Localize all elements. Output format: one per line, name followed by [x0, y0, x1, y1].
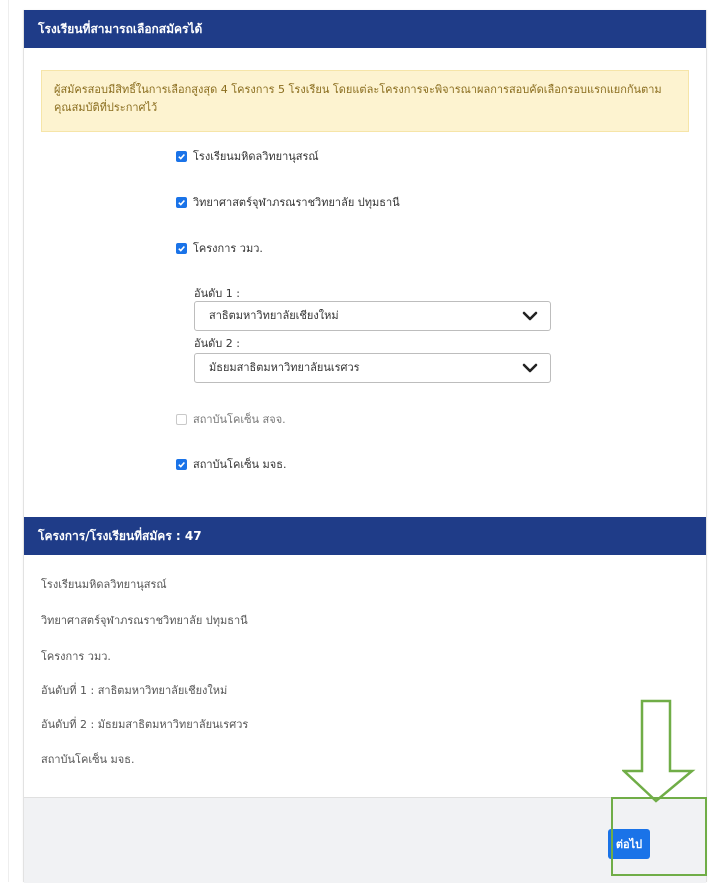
checkbox-checked-icon[interactable]: [176, 196, 187, 208]
option-label: โครงการ วมว.: [193, 242, 263, 255]
arrow-down-icon: [622, 699, 696, 803]
chevron-down-icon: [522, 363, 538, 373]
notice-alert: ผู้สมัครสอบมีสิทธิ์ในการเลือกสูงสุด 4 โค…: [41, 70, 689, 132]
option-mahidol[interactable]: โรงเรียนมหิดลวิทยานุสรณ์: [176, 147, 319, 165]
option-label: สถาบันโคเซ็น สจจ.: [193, 413, 286, 426]
rank2-label: อันดับ 2 :: [194, 337, 240, 350]
rank1-value: สาธิตมหาวิทยาลัยเชียงใหม่: [209, 309, 339, 322]
summary-header: โครงการ/โรงเรียนที่สมัคร : 47: [24, 517, 706, 555]
rank2-select[interactable]: มัธยมสาธิตมหาวิทยาลัยนเรศวร: [194, 353, 551, 383]
summary-line: อันดับที่ 1 : สาธิตมหาวิทยาลัยเชียงใหม่: [41, 684, 228, 697]
section-header: โรงเรียนที่สามารถเลือกสมัครได้: [24, 10, 706, 48]
summary-line: สถาบันโคเซ็น มจธ.: [41, 753, 135, 766]
option-kosen-sjj[interactable]: สถาบันโคเซ็น สจจ.: [176, 410, 286, 428]
option-label: โรงเรียนมหิดลวิทยานุสรณ์: [193, 150, 319, 163]
page-left-edge: [0, 0, 9, 882]
card-footer: [24, 797, 706, 883]
rank1-label: อันดับ 1 :: [194, 287, 240, 300]
checkbox-checked-icon[interactable]: [176, 150, 187, 162]
checkbox-unchecked-icon[interactable]: [176, 413, 187, 425]
application-card: โรงเรียนที่สามารถเลือกสมัครได้ ผู้สมัครส…: [23, 10, 707, 883]
summary-line: โรงเรียนมหิดลวิทยานุสรณ์: [41, 578, 167, 591]
option-label: สถาบันโคเซ็น มจธ.: [193, 458, 287, 471]
option-kosen-kmutt[interactable]: สถาบันโคเซ็น มจธ.: [176, 455, 286, 473]
option-chulabhorn[interactable]: วิทยาศาสตร์จุฬาภรณราชวิทยาลัย ปทุมธานี: [176, 193, 400, 211]
summary-line: อันดับที่ 2 : มัธยมสาธิตมหาวิทยาลัยนเรศว…: [41, 718, 249, 731]
highlight-box: [611, 797, 707, 876]
chevron-down-icon: [522, 311, 538, 321]
option-label: วิทยาศาสตร์จุฬาภรณราชวิทยาลัย ปทุมธานี: [193, 196, 400, 209]
summary-line: โครงการ วมว.: [41, 650, 111, 663]
checkbox-checked-icon[interactable]: [176, 242, 187, 254]
rank2-value: มัธยมสาธิตมหาวิทยาลัยนเรศวร: [209, 361, 360, 374]
summary-line: วิทยาศาสตร์จุฬาภรณราชวิทยาลัย ปทุมธานี: [41, 614, 248, 627]
option-wmw[interactable]: โครงการ วมว.: [176, 239, 263, 257]
rank1-select[interactable]: สาธิตมหาวิทยาลัยเชียงใหม่: [194, 301, 551, 331]
checkbox-checked-icon[interactable]: [176, 458, 187, 470]
